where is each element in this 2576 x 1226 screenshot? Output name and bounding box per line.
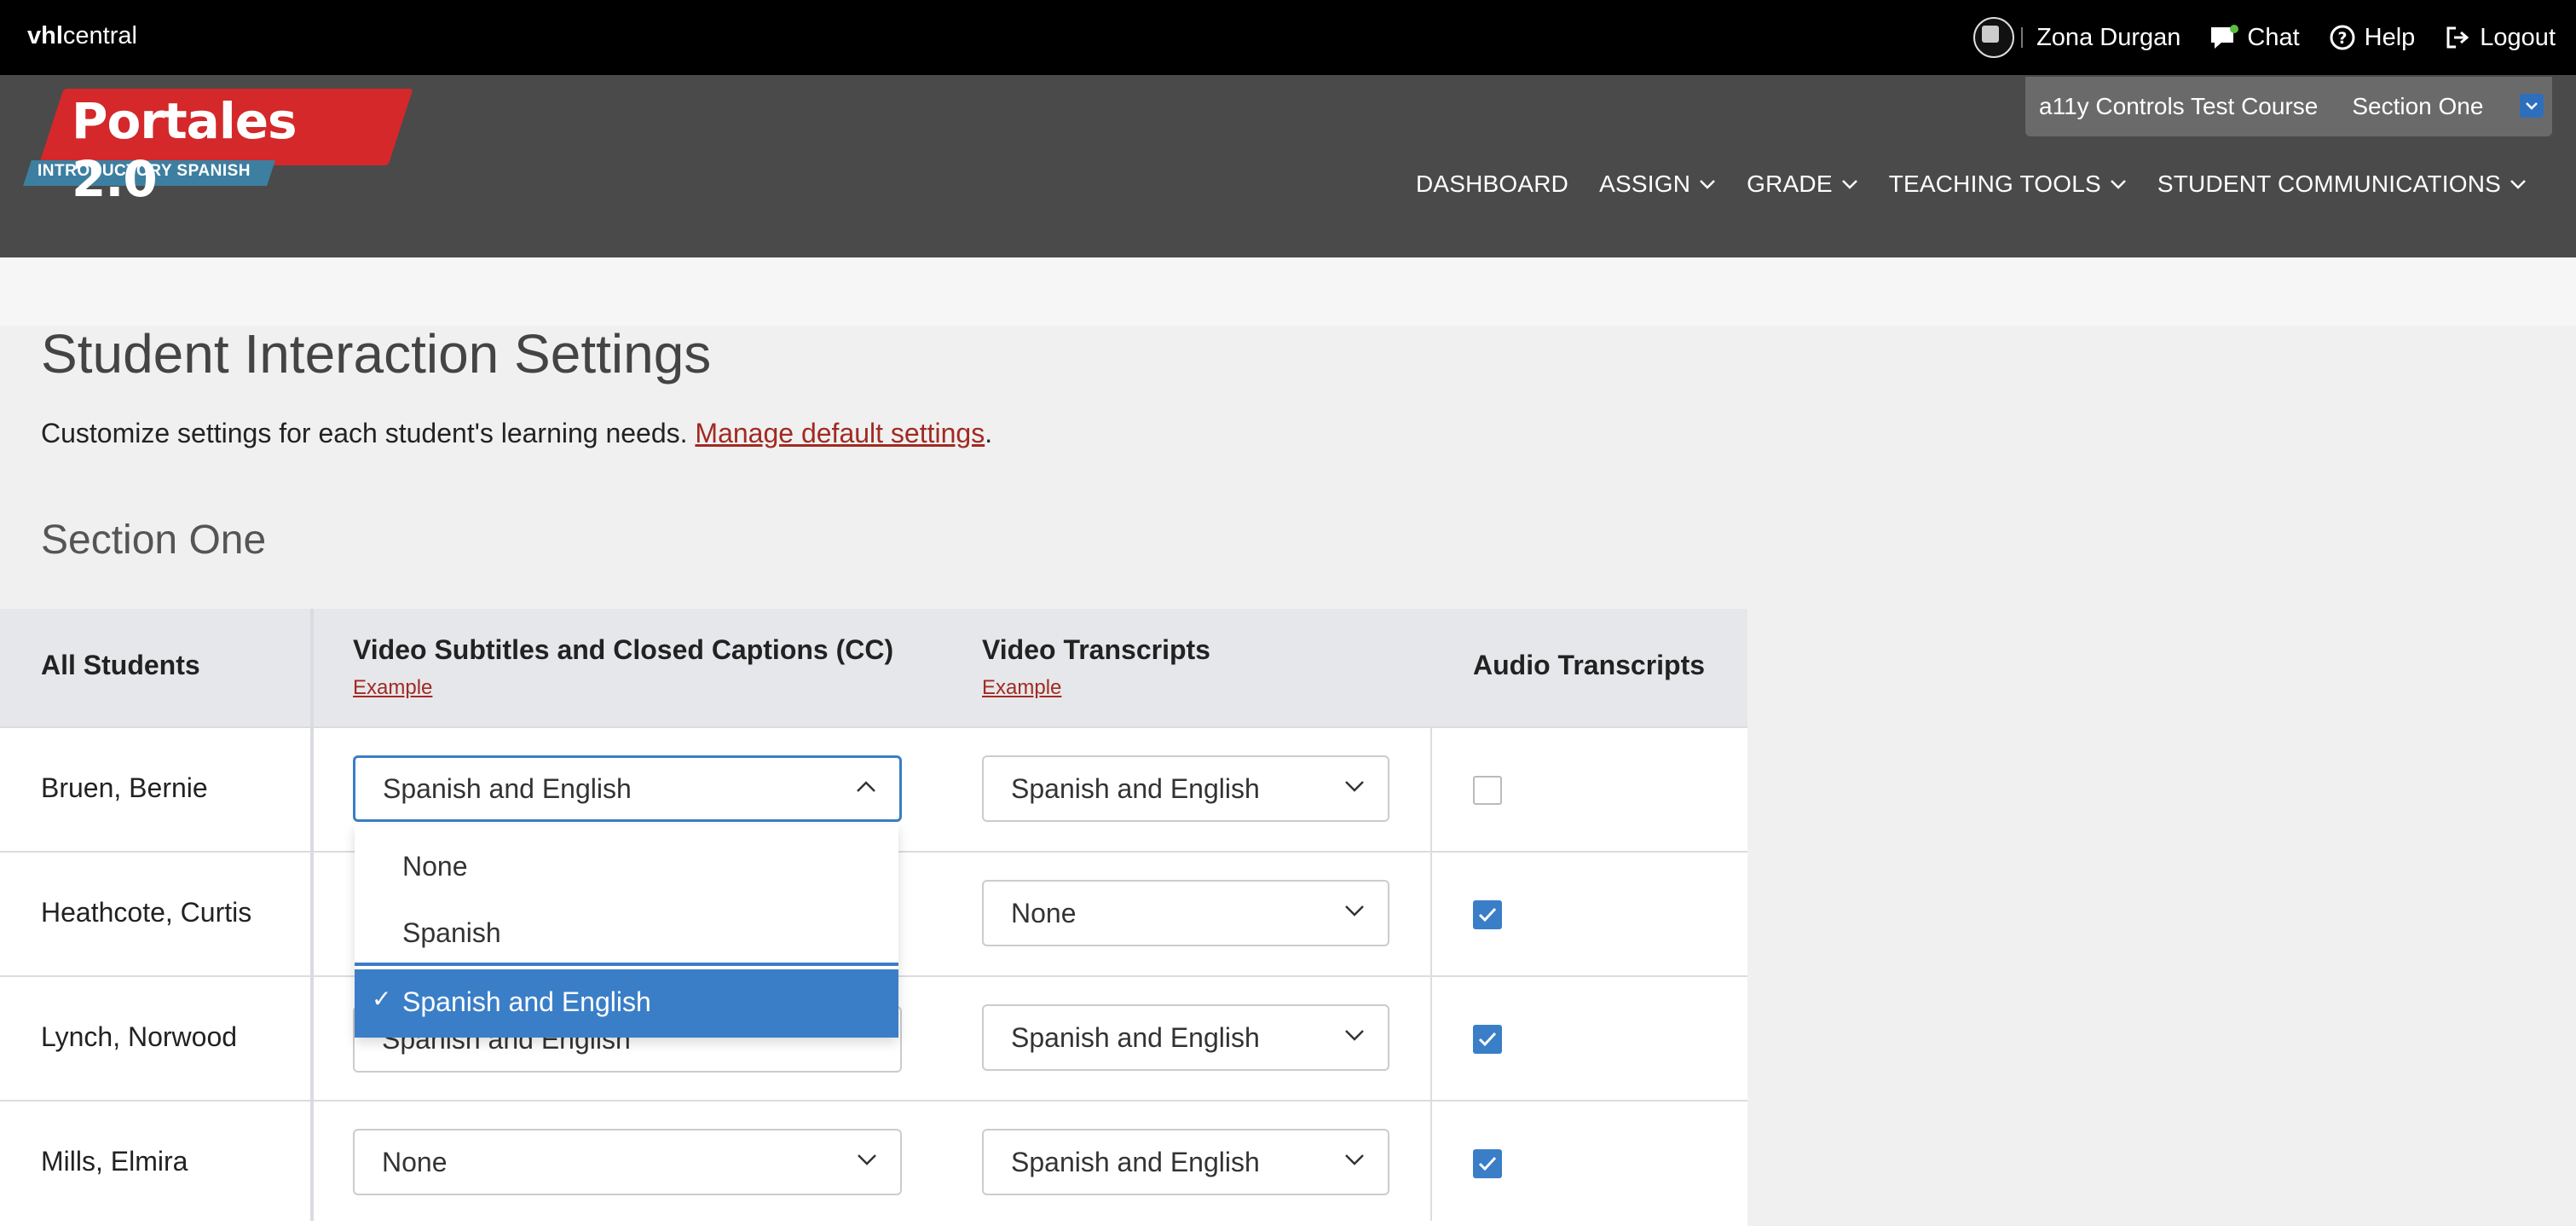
nav-grade[interactable]: GRADE [1747,171,1858,198]
svg-text:?: ? [2337,29,2347,48]
vhlcentral-brand[interactable]: vhlcentral [27,22,137,50]
video-transcripts-example-link[interactable]: Example [982,676,1210,700]
chevron-down-icon [1345,781,1364,792]
column-divider [1430,726,1432,1221]
help-label: Help [2364,23,2416,51]
logo-title: Portales 2.0 [72,92,297,208]
table-header: All Students Video Subtitles and Closed … [0,609,1747,728]
chat-icon [2209,24,2239,51]
header-strip [0,257,2576,326]
chevron-down-icon [1841,180,1857,189]
logout-label: Logout [2480,23,2556,51]
chevron-down-icon [2110,180,2126,189]
checkmark-icon [1478,1032,1497,1047]
video-cc-example-link[interactable]: Example [353,676,893,700]
video-cc-select[interactable]: Spanish and English [353,755,902,822]
page-title: Student Interaction Settings [41,323,712,385]
chevron-down-icon [2510,180,2526,189]
chat-link[interactable]: Chat [2209,23,2300,52]
audio-transcripts-checkbox[interactable] [1473,776,1502,805]
section-title: Section One [41,518,267,563]
nav-assign[interactable]: ASSIGN [1599,171,1716,198]
chat-label: Chat [2247,23,2300,51]
header-audio-transcripts: Audio Transcripts [1473,650,1706,680]
divider [2021,27,2024,48]
video-transcripts-select[interactable]: Spanish and English [982,755,1389,822]
user-bar: Zona Durgan Chat ? Help Logout [1973,0,2556,75]
focus-rule [355,1034,898,1038]
video-cc-dropdown-list: None Spanish ✓ Spanish and English [355,824,898,1038]
user-name: Zona Durgan [2036,23,2181,51]
audio-transcripts-checkbox[interactable] [1473,1149,1502,1178]
intro-text: Customize settings for each student's le… [41,418,993,448]
settings-table: All Students Video Subtitles and Closed … [0,609,1747,728]
header-all-students: All Students [41,650,200,680]
nav-student-communications[interactable]: STUDENT COMMUNICATIONS [2157,171,2527,198]
checkmark-icon [1478,907,1497,922]
student-name: Bruen, Bernie [41,772,208,803]
dropdown-option-spanish-and-english[interactable]: ✓ Spanish and English [355,966,898,1034]
course-section-selector[interactable]: a11y Controls Test Course Section One [2025,77,2552,136]
student-name: Lynch, Norwood [41,1021,238,1052]
avatar [1973,17,2015,58]
logout-icon [2444,24,2471,51]
logo-subtitle: INTRODUCTORY SPANISH [38,162,251,180]
audio-transcripts-checkbox[interactable] [1473,900,1502,929]
manage-default-settings-link[interactable]: Manage default settings [695,418,985,448]
checkmark-icon [1478,1156,1497,1171]
video-transcripts-select[interactable]: Spanish and English [982,1129,1389,1195]
dropdown-option-none[interactable]: None [355,835,898,898]
chevron-down-icon [1345,1030,1364,1041]
video-cc-select[interactable]: None [353,1129,902,1195]
chevron-down-icon [858,1154,876,1165]
course-name: a11y Controls Test Course [2039,93,2319,119]
chevron-down-icon [1345,905,1364,917]
dropdown-option-spanish[interactable]: Spanish [355,901,898,964]
chevron-down-icon [1700,180,1716,189]
section-name: Section One [2352,93,2484,119]
chevron-down-icon [1345,1154,1364,1165]
video-transcripts-select[interactable]: None [982,880,1389,946]
user-menu[interactable]: Zona Durgan [1973,17,2180,58]
header-video-transcripts: Video Transcripts Example [982,634,1210,700]
portales-logo[interactable]: Portales 2.0 INTRODUCTORY SPANISH [23,89,413,208]
student-name: Heathcote, Curtis [41,897,252,928]
chevron-down-icon [2520,94,2544,118]
chevron-up-icon [857,781,875,792]
column-divider [310,609,314,1221]
video-transcripts-select[interactable]: Spanish and English [982,1004,1389,1071]
nav-teaching-tools[interactable]: TEACHING TOOLS [1889,171,2127,198]
nav-dashboard[interactable]: DASHBOARD [1416,171,1568,198]
student-name: Mills, Elmira [41,1146,188,1177]
checkmark-icon: ✓ [372,986,392,1012]
logout-link[interactable]: Logout [2444,24,2556,52]
audio-transcripts-checkbox[interactable] [1473,1025,1502,1054]
header-video-cc: Video Subtitles and Closed Captions (CC)… [353,634,894,700]
main-nav: DASHBOARD ASSIGN GRADE TEACHING TOOLS ST… [1416,171,2527,198]
top-bar: vhlcentral Zona Durgan Chat ? Help Logou… [0,0,2576,75]
help-icon: ? [2329,24,2356,51]
help-link[interactable]: ? Help [2329,23,2416,52]
